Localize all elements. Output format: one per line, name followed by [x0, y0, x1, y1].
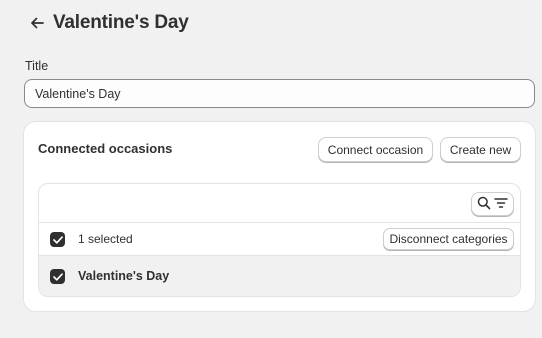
filter-icon [494, 197, 508, 212]
title-label: Title [25, 59, 49, 73]
table-toolbar [39, 184, 520, 223]
connect-occasion-button[interactable]: Connect occasion [318, 137, 433, 162]
card-title: Connected occasions [38, 141, 173, 156]
table-row[interactable]: Valentine's Day [39, 256, 520, 296]
page-title: Valentine's Day [53, 12, 189, 33]
occasion-name[interactable]: Valentine's Day [78, 269, 169, 283]
connected-occasions-card: Connected occasions Connect occasion Cre… [24, 122, 535, 311]
back-arrow-icon[interactable] [28, 14, 46, 32]
disconnect-categories-button[interactable]: Disconnect categories [383, 228, 514, 250]
select-all-checkbox[interactable] [50, 232, 65, 247]
search-filter-button[interactable] [471, 192, 514, 216]
row-checkbox[interactable] [50, 269, 65, 284]
selection-bar: 1 selected Disconnect categories [39, 223, 520, 256]
search-icon [477, 196, 491, 213]
title-input[interactable] [24, 79, 535, 108]
occasions-table: 1 selected Disconnect categories Valenti… [38, 183, 521, 297]
create-new-button[interactable]: Create new [440, 137, 521, 162]
selected-count: 1 selected [78, 232, 133, 246]
page-header: Valentine's Day [28, 10, 189, 36]
